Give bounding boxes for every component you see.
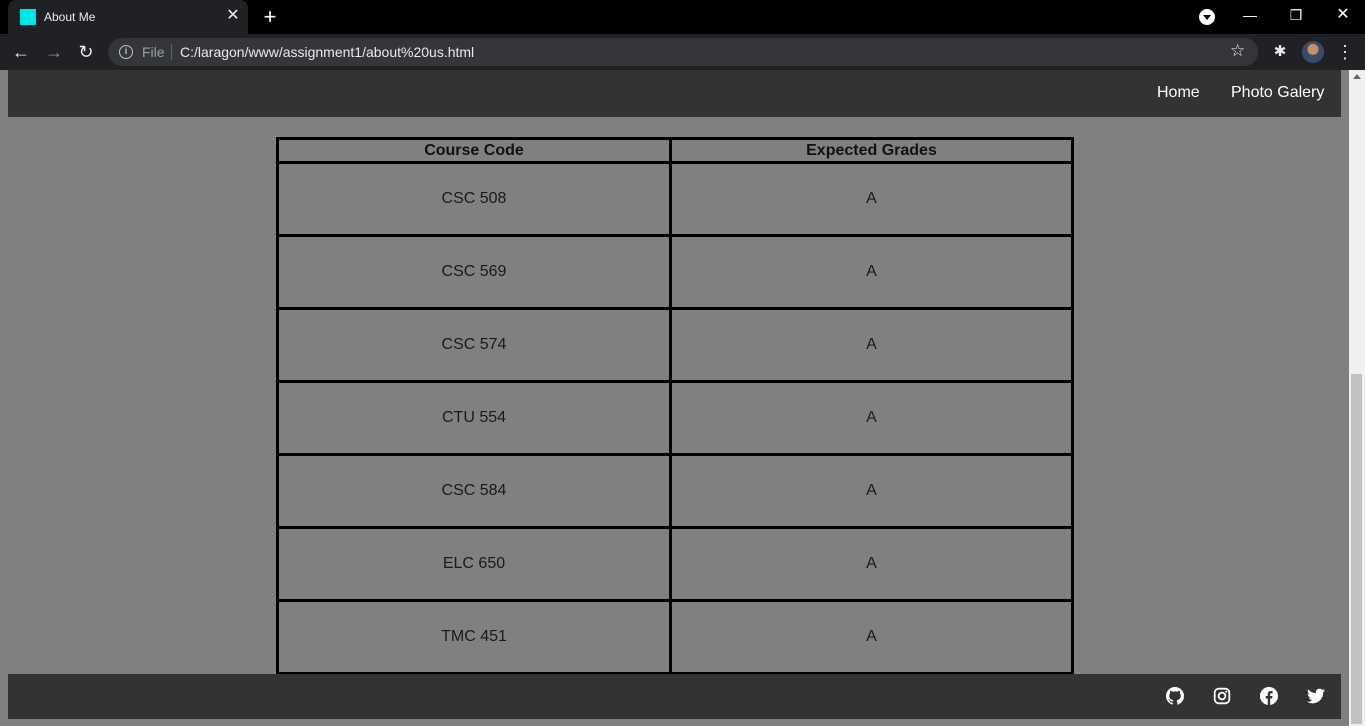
header-course-code: Course Code — [276, 137, 672, 164]
tab-title: About Me — [44, 10, 96, 24]
grade-cell: A — [669, 161, 1074, 237]
url-separator — [171, 44, 172, 60]
minimize-button[interactable]: — — [1238, 5, 1262, 25]
browser-tab[interactable]: About Me ✕ — [8, 0, 248, 34]
table-row: TMC 451 A — [276, 599, 1074, 675]
new-tab-button[interactable]: + — [258, 5, 282, 29]
table-row: CTU 554 A — [276, 380, 1074, 456]
course-code-cell: CSC 584 — [276, 453, 672, 529]
extensions-icon[interactable]: ✱ — [1270, 42, 1290, 62]
info-icon[interactable]: i — [119, 45, 133, 59]
profile-avatar[interactable] — [1302, 41, 1324, 63]
grade-cell: A — [669, 307, 1074, 383]
table-row: ELC 650 A — [276, 526, 1074, 602]
forward-button[interactable]: → — [43, 41, 65, 63]
url-text[interactable]: C:/laragon/www/assignment1/about%20us.ht… — [180, 44, 474, 60]
grade-cell: A — [669, 526, 1074, 602]
scrollbar-thumb[interactable] — [1351, 374, 1362, 724]
grade-cell: A — [669, 380, 1074, 456]
browser-toolbar: ← → ↻ i File C:/laragon/www/assignment1/… — [0, 34, 1365, 70]
restore-button[interactable]: ❐ — [1284, 5, 1308, 25]
grade-cell: A — [669, 234, 1074, 310]
table-row: CSC 574 A — [276, 307, 1074, 383]
course-code-cell: CSC 569 — [276, 234, 672, 310]
table-header-row: Course Code Expected Grades — [276, 137, 1074, 164]
course-code-cell: CSC 508 — [276, 161, 672, 237]
table-row: CSC 508 A — [276, 161, 1074, 237]
instagram-icon[interactable] — [1213, 687, 1231, 705]
browser-menu-icon[interactable]: ⋮ — [1336, 40, 1354, 64]
course-code-cell: ELC 650 — [276, 526, 672, 602]
site-footer — [8, 674, 1341, 719]
page-scrollbar[interactable] — [1349, 70, 1365, 726]
page-viewport: Home Photo Galery Course Code Expected G… — [0, 70, 1365, 726]
url-scheme: File — [142, 44, 165, 60]
grade-cell: A — [669, 599, 1074, 675]
tab-search-icon[interactable] — [1199, 9, 1215, 25]
nav-link-home[interactable]: Home — [1157, 84, 1200, 102]
twitter-icon[interactable] — [1307, 687, 1325, 705]
table-row: CSC 569 A — [276, 234, 1074, 310]
address-bar[interactable]: i File C:/laragon/www/assignment1/about%… — [108, 38, 1258, 66]
bookmark-star-icon[interactable]: ☆ — [1230, 41, 1245, 61]
course-code-cell: CSC 574 — [276, 307, 672, 383]
grades-table: Course Code Expected Grades CSC 508 A CS… — [276, 137, 1074, 675]
back-button[interactable]: ← — [10, 41, 32, 63]
reload-button[interactable]: ↻ — [75, 41, 97, 63]
course-code-cell: CTU 554 — [276, 380, 672, 456]
facebook-icon[interactable] — [1260, 687, 1278, 705]
header-expected-grades: Expected Grades — [669, 137, 1074, 164]
nav-link-photo-gallery[interactable]: Photo Galery — [1231, 84, 1324, 102]
favicon-icon — [20, 9, 36, 25]
site-navbar: Home Photo Galery — [8, 70, 1341, 117]
browser-titlebar: About Me ✕ + — ❐ ✕ — [0, 0, 1365, 34]
window-close-button[interactable]: ✕ — [1331, 5, 1355, 25]
github-icon[interactable] — [1166, 687, 1184, 705]
scroll-up-arrow-icon[interactable] — [1353, 74, 1361, 79]
course-code-cell: TMC 451 — [276, 599, 672, 675]
tab-close-button[interactable]: ✕ — [224, 6, 242, 26]
table-row: CSC 584 A — [276, 453, 1074, 529]
grade-cell: A — [669, 453, 1074, 529]
